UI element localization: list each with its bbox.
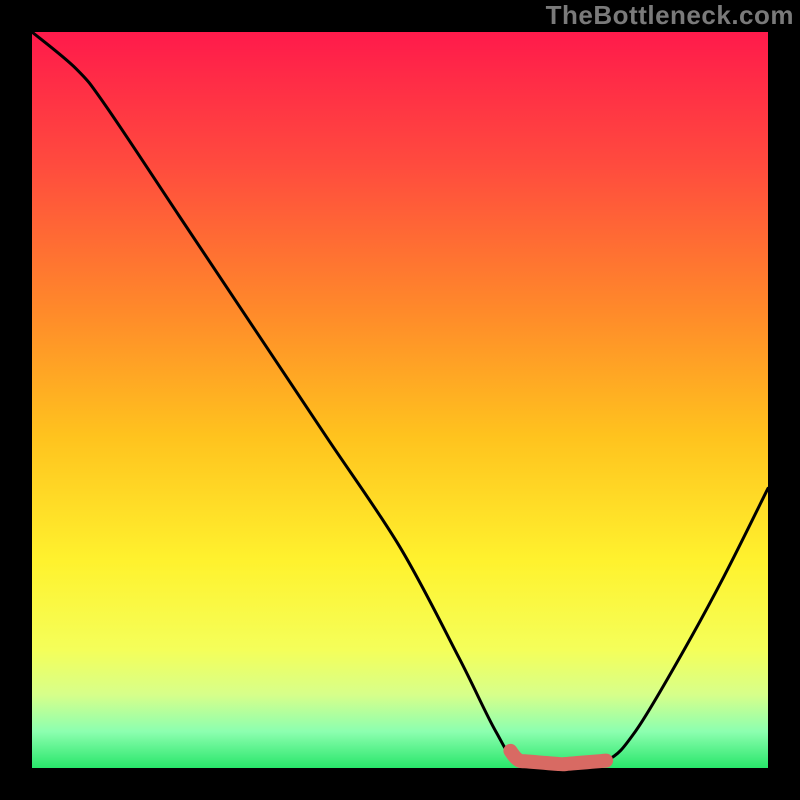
bottleneck-chart: [0, 0, 800, 800]
watermark-text: TheBottleneck.com: [546, 0, 794, 31]
plot-background: [32, 32, 768, 768]
chart-container: TheBottleneck.com: [0, 0, 800, 800]
